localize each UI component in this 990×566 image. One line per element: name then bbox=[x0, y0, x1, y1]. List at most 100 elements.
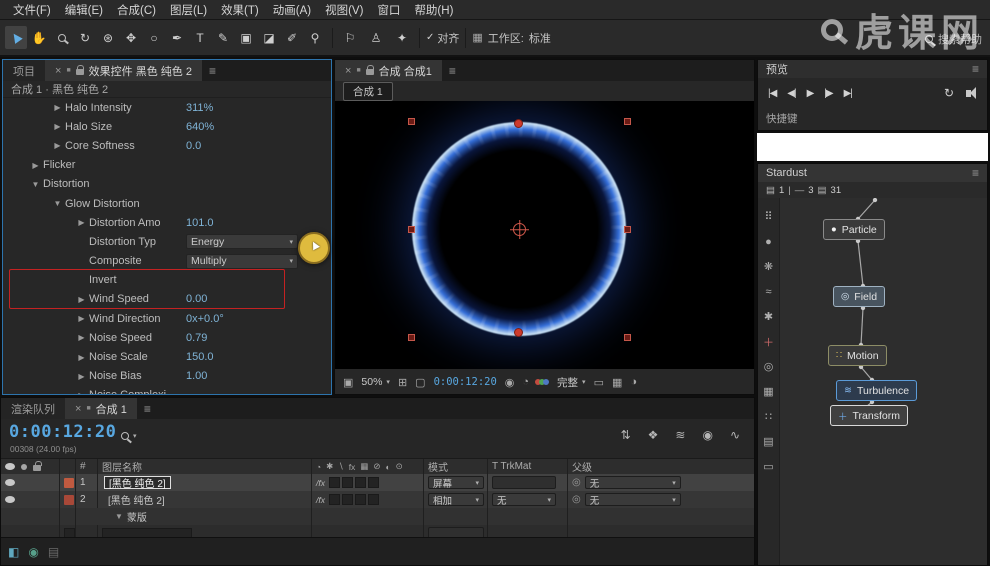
twirl-icon[interactable]: ▶ bbox=[51, 122, 64, 131]
magnification-select[interactable]: 50% ▾ bbox=[361, 376, 390, 388]
panel-menu-icon[interactable]: ≡ bbox=[972, 62, 979, 76]
fx-badge-icon[interactable]: /fx bbox=[316, 478, 325, 488]
loop-button[interactable]: ↻ bbox=[944, 86, 954, 100]
frame-icon[interactable]: ▭ bbox=[763, 454, 773, 479]
layer-row-2[interactable]: 2[黑色 纯色 2]/fx相加▾无▾◎无▾ bbox=[1, 491, 754, 508]
menu-item-文件(F)[interactable]: 文件(F) bbox=[6, 0, 58, 20]
timeline-search-input[interactable]: ▾ bbox=[121, 432, 137, 440]
fx-badge-icon[interactable]: /fx bbox=[316, 495, 325, 505]
eraser-tool[interactable]: ◪ bbox=[258, 26, 280, 49]
channels-icon[interactable] bbox=[537, 379, 549, 385]
motion-blur-master-icon[interactable]: ◉ bbox=[702, 428, 712, 442]
switch-cell[interactable] bbox=[368, 477, 379, 488]
twirl-icon[interactable]: ▶ bbox=[51, 103, 64, 112]
grid-icon[interactable]: ▦ bbox=[763, 379, 773, 404]
selection-handle[interactable] bbox=[408, 118, 415, 125]
layer-name[interactable]: [黑色 纯色 2] bbox=[102, 492, 165, 507]
switch-cell[interactable] bbox=[368, 494, 379, 505]
trkmat-dropdown[interactable]: 无▾ bbox=[492, 493, 556, 506]
next-frame-button[interactable]: |▶ bbox=[824, 88, 832, 99]
mask-visibility-icon[interactable]: ▢ bbox=[415, 376, 425, 389]
workspace-extra-3[interactable]: ✦ bbox=[391, 26, 413, 49]
tab-composition[interactable]: × ■ 合成 合成1 bbox=[335, 60, 442, 81]
dots-icon[interactable]: ∷ bbox=[765, 404, 772, 429]
twirl-icon[interactable]: ▶ bbox=[75, 372, 88, 381]
frame-blend-master-icon[interactable]: ≋ bbox=[675, 428, 685, 442]
workspace-extra-1[interactable]: ⚐ bbox=[339, 26, 361, 49]
align-toggle[interactable]: ✓ 对齐 bbox=[426, 30, 459, 46]
layer-color-swatch[interactable] bbox=[64, 495, 74, 505]
pickwhip-icon[interactable]: ◎ bbox=[572, 477, 581, 488]
clone-stamp-tool[interactable]: ▣ bbox=[235, 26, 257, 49]
layer-switches-toggle-icon[interactable]: ◧ bbox=[8, 545, 19, 559]
mini-flowchart-icon[interactable]: ⇅ bbox=[621, 428, 631, 442]
layer-name-header[interactable]: 图层名称 bbox=[97, 459, 311, 474]
switch-cell[interactable] bbox=[342, 477, 353, 488]
selection-handle[interactable] bbox=[408, 334, 415, 341]
menu-item-编辑(E)[interactable]: 编辑(E) bbox=[58, 0, 110, 20]
turbulence-icon[interactable]: ≈ bbox=[765, 279, 771, 304]
node-field[interactable]: ◎Field bbox=[833, 286, 885, 307]
twirl-icon[interactable]: ▼ bbox=[51, 199, 64, 208]
menu-item-图层(L)[interactable]: 图层(L) bbox=[163, 0, 214, 20]
lock-icon[interactable] bbox=[366, 69, 374, 75]
text-tool[interactable]: T bbox=[189, 26, 211, 49]
draft-3d-icon[interactable]: ❖ bbox=[648, 428, 659, 442]
property-value[interactable]: 150.0 bbox=[186, 351, 214, 363]
collapse-icon[interactable]: ✱ bbox=[326, 461, 333, 472]
panel-menu-icon[interactable]: ≡ bbox=[144, 402, 151, 416]
parent-dropdown[interactable]: 无▾ bbox=[585, 493, 681, 506]
twirl-icon[interactable]: ▼ bbox=[29, 180, 42, 189]
twirl-icon[interactable]: ▶ bbox=[75, 314, 88, 323]
selection-handle[interactable] bbox=[624, 226, 631, 233]
mode-dropdown[interactable]: 屏幕▾ bbox=[428, 476, 484, 489]
effect-control-point[interactable] bbox=[514, 328, 523, 337]
grid-guides-icon[interactable]: ⊞ bbox=[398, 376, 407, 389]
comp-breadcrumb-button[interactable]: 合成 1 bbox=[343, 82, 393, 101]
menu-item-动画(A)[interactable]: 动画(A) bbox=[266, 0, 318, 20]
fx-icon[interactable]: fx bbox=[349, 462, 356, 472]
switch-cell[interactable] bbox=[342, 494, 353, 505]
adjustment-icon[interactable]: ◐ bbox=[385, 462, 390, 472]
graph-editor-icon[interactable]: ∿ bbox=[730, 428, 740, 442]
layer-name[interactable]: [黑色 纯色 2] bbox=[104, 476, 171, 489]
dropdown-composite[interactable]: Multiply▾ bbox=[186, 254, 298, 269]
first-frame-button[interactable]: |◀ bbox=[768, 88, 776, 99]
eye-icon[interactable] bbox=[5, 496, 15, 503]
twirl-icon[interactable]: ▶ bbox=[75, 333, 88, 342]
selection-handle[interactable] bbox=[408, 226, 415, 233]
emitter-grid-icon[interactable]: ⠿ bbox=[764, 204, 772, 229]
tab-project[interactable]: 项目 bbox=[3, 60, 45, 81]
pen-tool[interactable]: ✒ bbox=[166, 26, 188, 49]
particle-icon[interactable]: ● bbox=[765, 229, 772, 254]
switch-cell[interactable] bbox=[355, 494, 366, 505]
lock-icon[interactable] bbox=[76, 69, 84, 75]
close-icon[interactable]: × bbox=[75, 403, 81, 415]
always-preview-icon[interactable]: ▣ bbox=[343, 376, 353, 389]
brush-tool[interactable]: ✎ bbox=[212, 26, 234, 49]
shy-icon[interactable]: ◔ bbox=[316, 462, 321, 472]
switch-cell[interactable] bbox=[329, 494, 340, 505]
trkmat-dropdown[interactable] bbox=[492, 476, 556, 489]
twirl-icon[interactable]: ▶ bbox=[75, 391, 88, 394]
layer-color-swatch[interactable] bbox=[64, 478, 74, 488]
mode-dropdown[interactable]: 相加▾ bbox=[428, 493, 484, 506]
viewer-timecode[interactable]: 0:00:12:20 bbox=[434, 376, 497, 388]
effect-control-point[interactable] bbox=[514, 119, 523, 128]
panel-menu-icon[interactable]: ≡ bbox=[209, 64, 216, 78]
property-value[interactable]: 0.79 bbox=[186, 332, 207, 344]
target-icon[interactable]: ◎ bbox=[764, 354, 774, 379]
roto-brush-tool[interactable]: ✐ bbox=[281, 26, 303, 49]
close-icon[interactable]: × bbox=[345, 65, 351, 77]
node-turbulence[interactable]: ≋Turbulence bbox=[836, 380, 917, 401]
workspace-menu[interactable]: ▦ 工作区: 标准 bbox=[472, 30, 550, 46]
menu-item-合成(C)[interactable]: 合成(C) bbox=[110, 0, 163, 20]
switch-cell[interactable] bbox=[355, 477, 366, 488]
current-timecode[interactable]: 0:00:12:20 bbox=[9, 422, 116, 442]
help-search-input[interactable]: 搜索帮助 bbox=[925, 31, 982, 47]
menu-item-视图(V)[interactable]: 视图(V) bbox=[318, 0, 370, 20]
snapshot-icon[interactable]: ◉ bbox=[505, 376, 515, 389]
tab-effect-controls[interactable]: × ■ 效果控件 黑色 纯色 2 bbox=[45, 60, 202, 81]
workspace-extra-2[interactable]: ♙ bbox=[365, 26, 387, 49]
puppet-pin-tool[interactable]: ⚲ bbox=[304, 26, 326, 49]
